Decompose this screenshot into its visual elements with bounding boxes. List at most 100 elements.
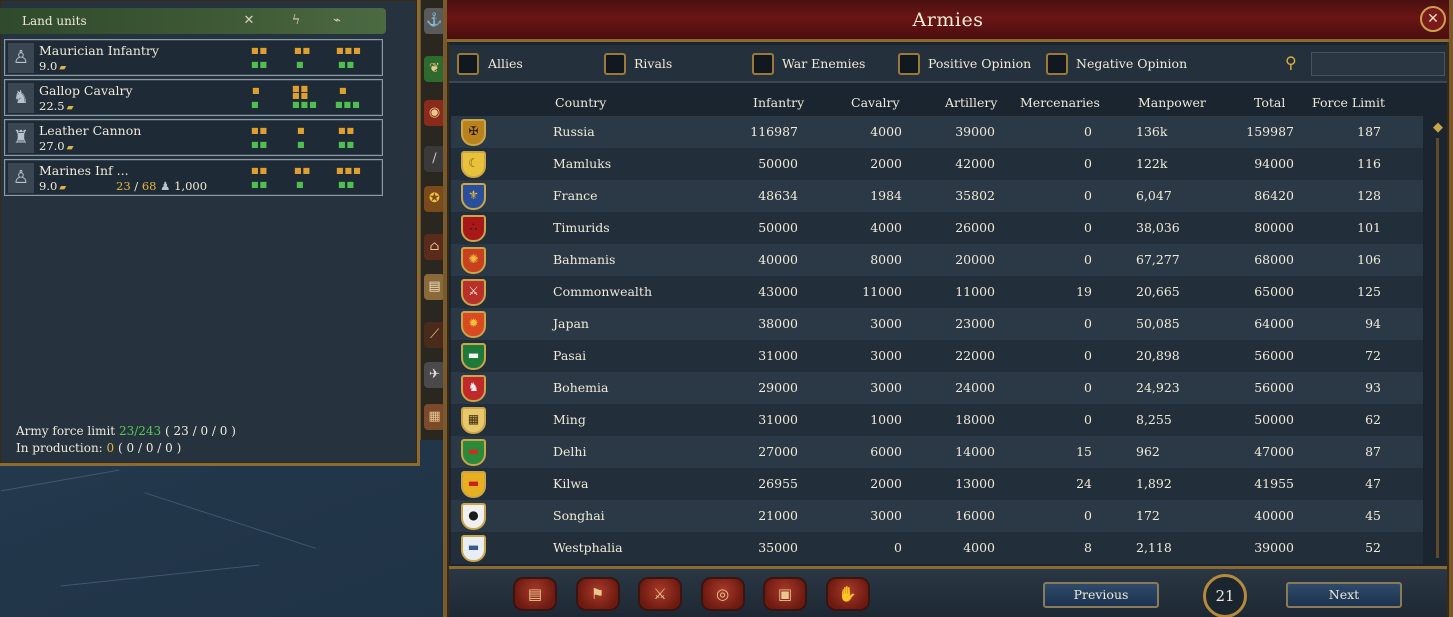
table-row[interactable]: ▬ Delhi 27000 6000 14000 15 962 47000 87 xyxy=(451,436,1423,468)
flag-button[interactable]: ⚑ xyxy=(575,577,620,611)
column-header-manpower[interactable]: Manpower xyxy=(1138,95,1206,110)
country-flag-icon[interactable]: ∴ xyxy=(461,215,486,242)
table-row[interactable]: ✠ Russia 116987 4000 39000 0 136k 159987 187 xyxy=(451,116,1423,148)
country-flag-icon[interactable]: ♞ xyxy=(461,375,486,402)
country-flag-icon[interactable]: ✹ xyxy=(461,311,486,338)
column-header-infantry[interactable]: Infantry xyxy=(753,95,804,110)
ledger-button[interactable]: ▤ xyxy=(513,577,557,611)
filter-war-enemies-checkbox[interactable] xyxy=(752,53,774,75)
cell-infantry: 27000 xyxy=(758,444,798,459)
table-row[interactable]: ● Songhai 21000 3000 16000 0 172 40000 45 xyxy=(451,500,1423,532)
search-input[interactable] xyxy=(1311,52,1445,76)
lightning-icon[interactable]: ϟ xyxy=(287,13,305,29)
unit-name: Gallop Cavalry xyxy=(39,83,133,98)
previous-button[interactable]: Previous xyxy=(1043,582,1159,608)
cell-country: Russia xyxy=(553,124,595,139)
country-flag-icon[interactable]: ▬ xyxy=(461,439,486,466)
sword-tab-icon[interactable]: / xyxy=(424,146,445,172)
filter-allies-checkbox[interactable] xyxy=(457,53,479,75)
filter-label: Rivals xyxy=(634,56,673,71)
country-flag-icon[interactable]: ▦ xyxy=(461,407,486,434)
horn-icon[interactable]: ⌁ xyxy=(328,13,346,29)
unit-card-cavalry[interactable]: ♞ Gallop Cavalry 22.5 ▰ ■ ■ ■■ ■■ ■■■ ■ ■■… xyxy=(4,79,383,116)
country-flag-icon[interactable]: ✠ xyxy=(461,119,486,146)
scroll-thumb[interactable]: ◆ xyxy=(1431,120,1445,142)
scrollbar[interactable]: ◆ xyxy=(1431,120,1445,564)
armies-title: Armies xyxy=(912,9,984,31)
map-tab-icon[interactable]: ❦ xyxy=(424,56,445,82)
close-icon[interactable]: ✕ xyxy=(1420,6,1446,32)
scroll-tab-icon[interactable]: ▤ xyxy=(424,274,445,300)
cell-force-limit: 94 xyxy=(1365,316,1381,331)
crossed-swords-icon[interactable]: ✕ xyxy=(240,13,258,29)
unit-card-artillery[interactable]: ♜ Leather Cannon 27.0 ▰ ■■ ■■ ■ ■ ■■ ■■ xyxy=(4,119,383,156)
table-row[interactable]: ♞ Bohemia 29000 3000 24000 0 24,923 56000 93 xyxy=(451,372,1423,404)
cell-infantry: 29000 xyxy=(758,380,798,395)
cell-mercenaries: 0 xyxy=(1084,380,1092,395)
country-flag-icon[interactable]: ▬ xyxy=(461,535,486,562)
ships-tab-icon[interactable]: ⚓ xyxy=(424,8,445,34)
column-header-force-limit[interactable]: Force Limit xyxy=(1312,95,1385,110)
table-row[interactable]: ☾ Mamluks 50000 2000 42000 0 122k 94000 116 xyxy=(451,148,1423,180)
unit-name: Maurician Infantry xyxy=(39,43,159,58)
filter-positive-opinion-checkbox[interactable] xyxy=(898,53,920,75)
column-header-country[interactable]: Country xyxy=(555,95,606,110)
table-row[interactable]: ▬ Westphalia 35000 0 4000 8 2,118 39000 52 xyxy=(451,532,1423,564)
cell-mercenaries: 0 xyxy=(1084,124,1092,139)
unit-cost: 9.0 ▰ xyxy=(39,179,67,193)
table-row[interactable]: ▬ Pasai 31000 3000 22000 0 20,898 56000 72 xyxy=(451,340,1423,372)
country-flag-icon[interactable]: ☾ xyxy=(461,151,486,178)
trade-button[interactable]: ▣ xyxy=(763,577,807,611)
diplomacy-button[interactable]: ✋ xyxy=(825,577,870,611)
cell-manpower: 962 xyxy=(1136,444,1160,459)
cell-artillery: 20000 xyxy=(955,252,995,267)
cell-force-limit: 101 xyxy=(1357,220,1381,235)
table-row[interactable]: ▬ Kilwa 26955 2000 13000 24 1,892 41955 47 xyxy=(451,468,1423,500)
country-flag-icon[interactable]: ● xyxy=(461,503,486,530)
country-flag-icon[interactable]: ✺ xyxy=(461,247,486,274)
unit-card-infantry[interactable]: ♙ Maurician Infantry 9.0 ▰ ■■ ■■ ■■ ■ ■■■… xyxy=(4,39,383,76)
country-flag-icon[interactable]: ⚜ xyxy=(461,183,486,210)
country-flag-icon[interactable]: ▬ xyxy=(461,343,486,370)
territory-tab-icon[interactable]: ▦ xyxy=(424,404,445,430)
stat-pip: ■ xyxy=(297,140,306,149)
table-row[interactable]: ✹ Japan 38000 3000 23000 0 50,085 64000 94 xyxy=(451,308,1423,340)
table-row[interactable]: ▦ Ming 31000 1000 18000 0 8,255 50000 62 xyxy=(451,404,1423,436)
column-header-mercenaries[interactable]: Mercenaries xyxy=(1020,95,1100,110)
column-header-artillery[interactable]: Artillery xyxy=(945,95,997,110)
ducat-icon: ▰ xyxy=(66,103,74,113)
military-button[interactable]: ⚔ xyxy=(638,577,682,611)
trade-tab-icon[interactable]: ✪ xyxy=(424,186,445,212)
column-header-cavalry[interactable]: Cavalry xyxy=(851,95,900,110)
church-tab-icon[interactable]: ⌂ xyxy=(424,234,445,260)
cell-total: 94000 xyxy=(1254,156,1294,171)
table-row[interactable]: ⚔ Commonwealth 43000 11000 11000 19 20,665 6500… xyxy=(451,276,1423,308)
cell-force-limit: 125 xyxy=(1357,284,1381,299)
next-button[interactable]: Next xyxy=(1286,582,1402,608)
filter-negative-opinion-checkbox[interactable] xyxy=(1046,53,1068,75)
unit-cost: 22.5 ▰ xyxy=(39,99,74,113)
filter-rivals-checkbox[interactable] xyxy=(604,53,626,75)
country-flag-icon[interactable]: ⚔ xyxy=(461,279,486,306)
cell-mercenaries: 0 xyxy=(1084,508,1092,523)
cell-artillery: 24000 xyxy=(955,380,995,395)
cell-cavalry: 3000 xyxy=(870,348,902,363)
table-row[interactable]: ✺ Bahmanis 40000 8000 20000 0 67,277 68000 106 xyxy=(451,244,1423,276)
eagle-tab-icon[interactable]: ✈ xyxy=(424,362,445,388)
shield-tab-icon[interactable]: ◉ xyxy=(424,100,445,126)
economy-button[interactable]: ◎ xyxy=(700,577,745,611)
cell-mercenaries: 0 xyxy=(1084,412,1092,427)
flag-emblem: ✺ xyxy=(468,252,479,266)
cell-artillery: 16000 xyxy=(955,508,995,523)
column-header-total[interactable]: Total xyxy=(1254,95,1285,110)
cell-total: 80000 xyxy=(1254,220,1294,235)
cannon-icon: ♜ xyxy=(8,123,34,153)
unit-card-marines[interactable]: ♙ Marines Inf ... 9.0 ▰ 23 / 68 ♟ 1,000 ■… xyxy=(4,159,383,196)
spear-tab-icon[interactable]: ⟋ xyxy=(424,322,445,348)
table-row[interactable]: ⚜ France 48634 1984 35802 0 6,047 86420 128 xyxy=(451,180,1423,212)
flag-emblem: ∴ xyxy=(469,220,478,234)
cell-artillery: 42000 xyxy=(955,156,995,171)
stat-pip: ■■ xyxy=(338,180,356,189)
table-row[interactable]: ∴ Timurids 50000 4000 26000 0 38,036 80000 101 xyxy=(451,212,1423,244)
country-flag-icon[interactable]: ▬ xyxy=(461,471,486,498)
